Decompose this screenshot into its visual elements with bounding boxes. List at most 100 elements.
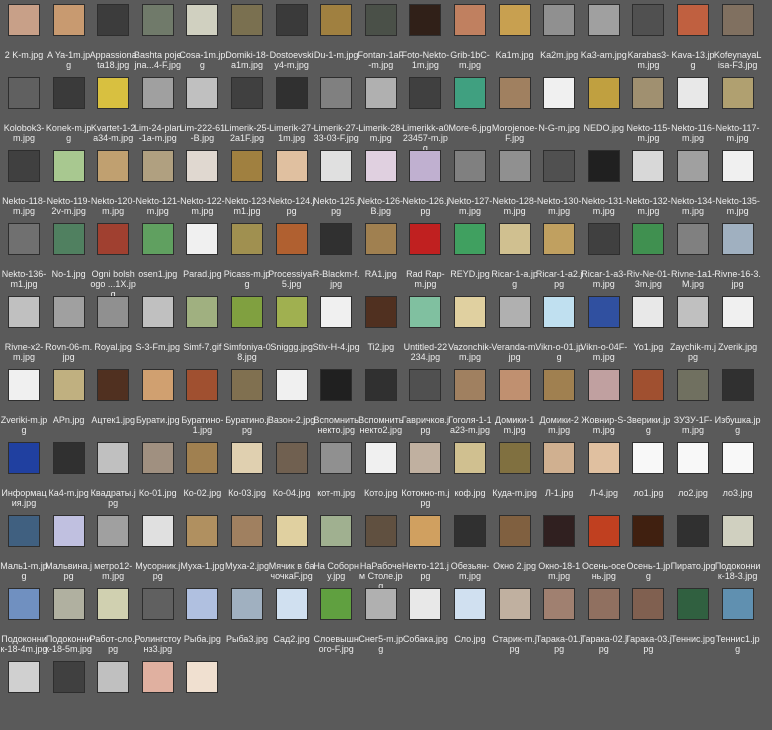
file-thumbnail[interactable] <box>52 515 85 547</box>
file-item[interactable]: ЗУЗУ-1F-m.jpg <box>671 365 715 438</box>
file-thumbnail[interactable] <box>275 150 308 182</box>
file-item[interactable]: Nekto-134-m.jpg <box>671 146 715 219</box>
file-thumbnail[interactable] <box>454 150 486 182</box>
file-thumbnail[interactable] <box>8 661 40 693</box>
file-item[interactable]: Limerik-27-1m.jpg <box>269 73 314 146</box>
file-thumbnail[interactable] <box>454 588 486 620</box>
file-thumbnail[interactable] <box>454 515 486 547</box>
file-thumbnail[interactable] <box>632 4 665 36</box>
file-item[interactable]: Мальвина.jpg <box>45 511 92 584</box>
file-item[interactable]: Ka3-am.jpg <box>581 0 627 73</box>
file-thumbnail[interactable] <box>543 588 576 620</box>
file-thumbnail[interactable] <box>52 588 85 620</box>
file-item[interactable]: Ка4-m.jpg <box>47 438 91 511</box>
file-item[interactable]: Bashta pojejna...4-F.jpg <box>134 0 182 73</box>
file-thumbnail[interactable] <box>498 588 531 620</box>
file-item[interactable]: Домики-2m.jpg <box>537 365 581 438</box>
file-thumbnail[interactable] <box>275 296 308 328</box>
file-item[interactable]: Ka1m.jpg <box>493 0 537 73</box>
file-thumbnail[interactable] <box>97 223 130 255</box>
file-thumbnail[interactable] <box>409 4 442 36</box>
file-thumbnail[interactable] <box>52 296 85 328</box>
file-thumbnail[interactable] <box>52 442 85 474</box>
file-item[interactable]: No-1.jpg <box>47 219 91 292</box>
file-item[interactable]: Муха-1.jpg <box>180 511 224 584</box>
file-thumbnail[interactable] <box>409 442 442 474</box>
file-thumbnail[interactable] <box>677 515 709 547</box>
file-thumbnail[interactable] <box>409 77 442 109</box>
file-thumbnail[interactable] <box>364 369 397 401</box>
file-item[interactable]: Кото.jpg <box>359 438 403 511</box>
file-item[interactable]: Nekto-116-m.jpg <box>671 73 715 146</box>
file-item[interactable]: Гавричков.jpg <box>402 365 449 438</box>
file-item[interactable]: Собака.jpg <box>403 584 448 657</box>
file-thumbnail[interactable] <box>231 442 263 474</box>
file-item[interactable] <box>2 657 46 730</box>
file-item[interactable]: Вспомнить некто.jpg <box>313 365 359 438</box>
file-item[interactable]: Nekto-131-m.jpg <box>582 146 626 219</box>
file-item[interactable]: Fontan-1aF-m.jpg <box>358 0 404 73</box>
file-item[interactable]: Маль1-m.jpg <box>0 511 48 584</box>
file-item[interactable]: Некто-121.jpg <box>402 511 449 584</box>
file-thumbnail[interactable] <box>320 588 353 620</box>
file-item[interactable]: Ацтек1.jpg <box>91 365 135 438</box>
file-item[interactable]: ло3.jpg <box>716 438 760 511</box>
file-item[interactable]: Picass-m.jpg <box>224 219 270 292</box>
file-item[interactable]: Мячик в бачочкаF.jpg <box>269 511 314 584</box>
file-thumbnail[interactable] <box>231 150 263 182</box>
file-thumbnail[interactable] <box>543 442 576 474</box>
file-thumbnail[interactable] <box>141 77 174 109</box>
file-item[interactable]: Limerikk-a023457-m.jpg <box>402 73 449 153</box>
file-item[interactable]: RA1.jpg <box>359 219 403 292</box>
file-item[interactable]: 2 K-m.jpg <box>2 0 46 73</box>
file-item[interactable]: Ricar-1-a2.jpg <box>536 219 582 292</box>
file-thumbnail[interactable] <box>409 150 442 182</box>
file-thumbnail[interactable] <box>141 588 174 620</box>
file-thumbnail[interactable] <box>97 150 130 182</box>
file-item[interactable]: Слоевышного-F.jpg <box>314 584 359 657</box>
file-item[interactable]: Nekto-124.jpg <box>269 146 315 219</box>
file-item[interactable]: Yo1.jpg <box>626 292 670 365</box>
file-item[interactable]: Rivne-1a1-M.jpg <box>671 219 715 292</box>
file-thumbnail[interactable] <box>721 588 754 620</box>
file-item[interactable]: Ролингстоунз3.jpg <box>134 584 181 657</box>
file-thumbnail[interactable] <box>677 4 709 36</box>
file-item[interactable]: Вспомнить некто2.jpg <box>358 365 403 438</box>
file-item[interactable]: Сло.jpg <box>448 584 492 657</box>
file-item[interactable]: Обезьян-m.jpg <box>448 511 492 584</box>
file-thumbnail[interactable] <box>364 296 397 328</box>
file-item[interactable]: Котокно-m.jpg <box>401 438 449 511</box>
file-item[interactable]: Ricar-1-a3-m.jpg <box>581 219 626 292</box>
file-thumbnail[interactable] <box>498 515 531 547</box>
file-thumbnail[interactable] <box>587 588 620 620</box>
file-item[interactable]: НаРабочем Столе.jpg <box>359 511 403 591</box>
file-item[interactable]: Nekto-127-m.jpg <box>448 146 492 219</box>
file-item[interactable]: Ogni bolshogo ...1X.jpg <box>90 219 136 299</box>
file-thumbnail[interactable] <box>8 77 40 109</box>
file-item[interactable]: S-3-Fm.jpg <box>136 292 180 365</box>
file-thumbnail[interactable] <box>8 588 40 620</box>
file-item[interactable]: Подоконник-18-4m.jpg <box>1 584 47 657</box>
file-item[interactable]: Processiya-5.jpg <box>268 219 315 292</box>
file-item[interactable]: Nekto-132-m.jpg <box>626 146 671 219</box>
file-thumbnail[interactable] <box>231 77 263 109</box>
file-item[interactable]: Тарака-03.jpg <box>625 584 672 657</box>
file-item[interactable]: Limerik-25-2a1F.jpg <box>224 73 270 146</box>
file-item[interactable]: Окно-18-1m.jpg <box>537 511 581 584</box>
file-thumbnail[interactable] <box>587 369 620 401</box>
file-item[interactable] <box>47 657 91 730</box>
file-thumbnail[interactable] <box>454 296 486 328</box>
file-item[interactable]: Royal.jpg <box>91 292 135 365</box>
file-item[interactable]: Рыба.jpg <box>180 584 224 657</box>
file-item[interactable]: Nekto-119-2v-m.jpg <box>47 146 91 219</box>
file-item[interactable]: Квадраты.jpg <box>91 438 136 511</box>
file-item[interactable]: Жовнир-S-m.jpg <box>581 365 626 438</box>
file-thumbnail[interactable] <box>587 442 620 474</box>
file-item[interactable]: Sniggg.jpg <box>270 292 314 365</box>
file-item[interactable]: Nekto-126-B.jpg <box>359 146 403 219</box>
file-item[interactable]: Foto-Nekto-1m.jpg <box>402 0 449 73</box>
file-thumbnail[interactable] <box>275 4 308 36</box>
file-thumbnail[interactable] <box>498 4 531 36</box>
file-item[interactable]: Nekto-117-m.jpg <box>716 73 760 146</box>
file-item[interactable] <box>91 657 135 730</box>
